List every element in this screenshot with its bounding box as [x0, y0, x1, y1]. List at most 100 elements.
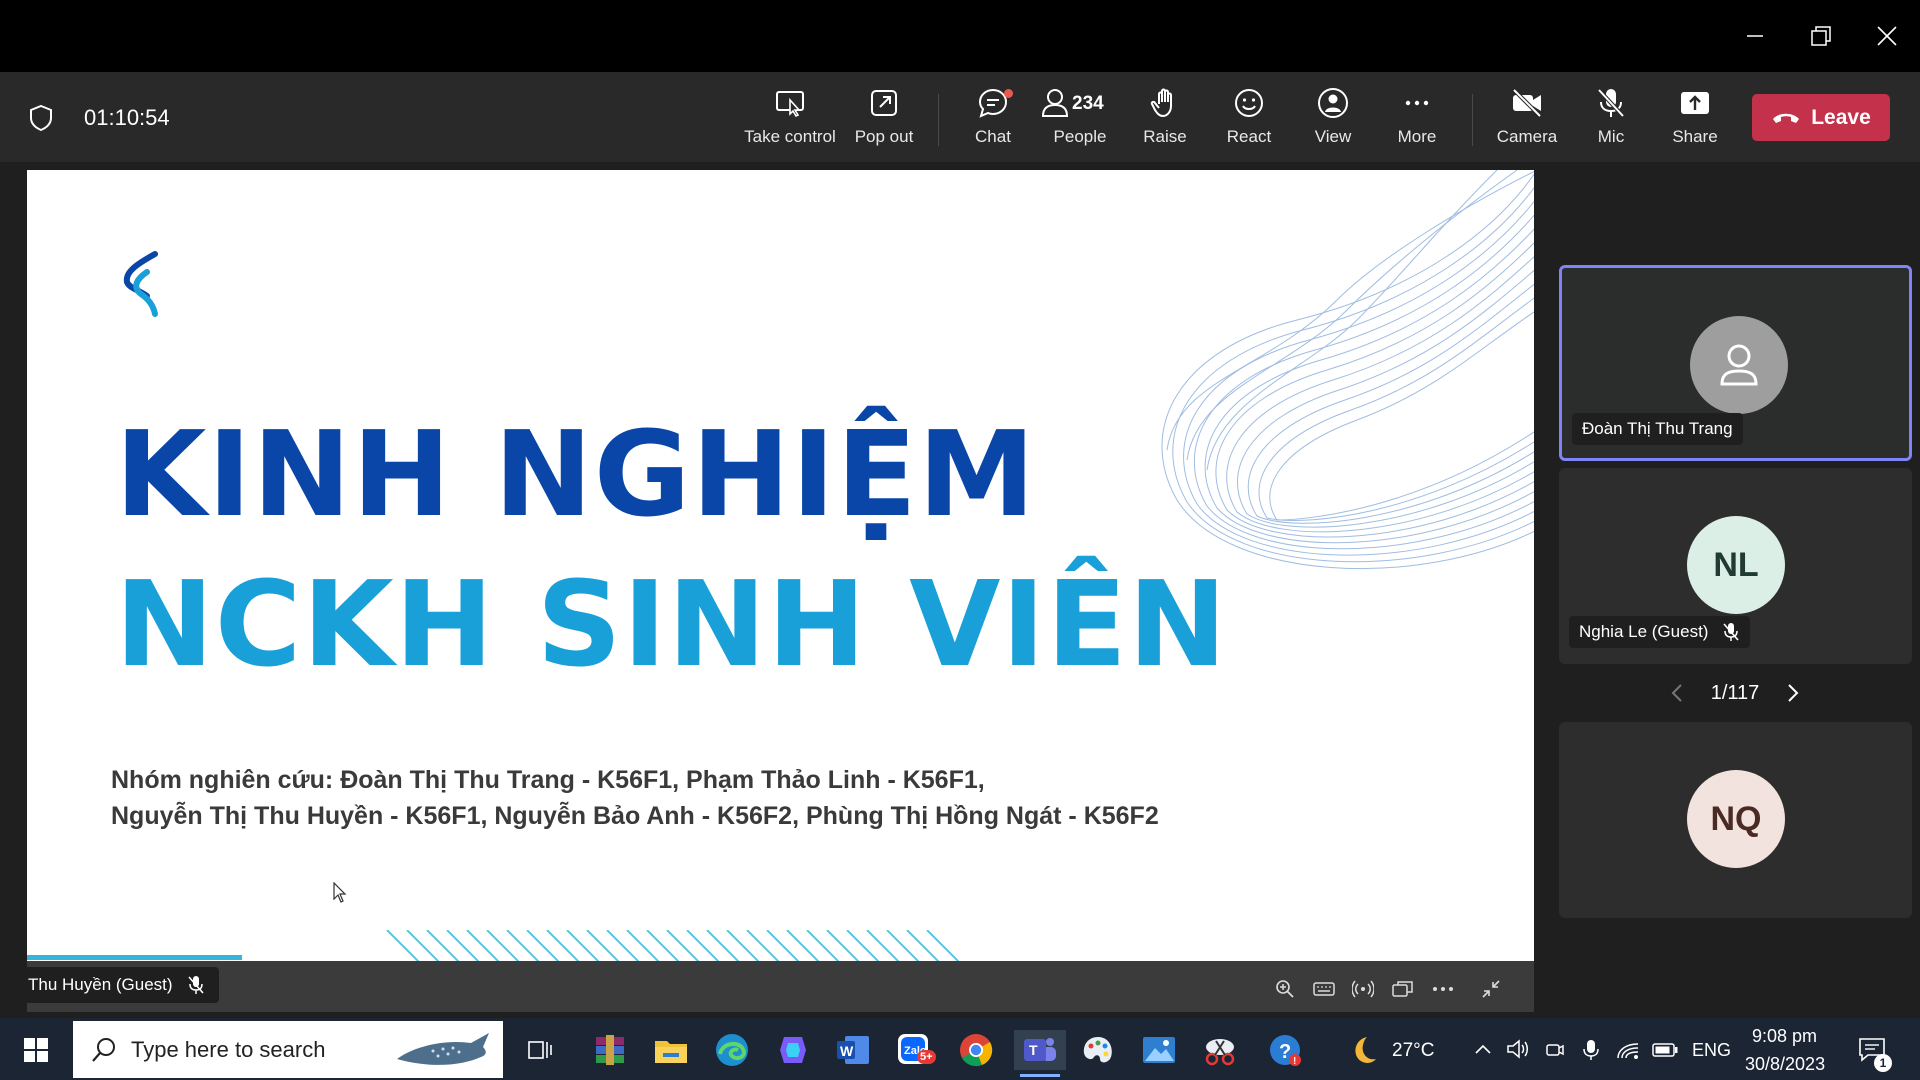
- restore-icon[interactable]: [1801, 16, 1841, 56]
- slide-logo: [123, 251, 158, 317]
- raise-label: Raise: [1143, 127, 1187, 146]
- edge-browser-icon[interactable]: [712, 1030, 752, 1070]
- chevron-up-icon[interactable]: [1474, 1042, 1492, 1056]
- weather-moon-icon[interactable]: [1342, 1030, 1382, 1070]
- minimize-icon[interactable]: [1735, 16, 1775, 56]
- avatar: NQ: [1687, 770, 1785, 868]
- people-icon: [1041, 89, 1069, 117]
- word-icon[interactable]: W: [833, 1030, 873, 1070]
- meeting-timer: 01:10:54: [84, 105, 170, 130]
- chat-label: Chat: [975, 127, 1011, 146]
- chrome-icon[interactable]: [956, 1030, 996, 1070]
- mouse-cursor-icon: [333, 882, 347, 903]
- winrar-icon[interactable]: [590, 1030, 630, 1070]
- raise-hand-icon: [1150, 88, 1172, 117]
- weather-temperature[interactable]: 27°C: [1392, 1040, 1434, 1062]
- meet-now-icon[interactable]: [1544, 1039, 1566, 1061]
- search-icon: [92, 1038, 115, 1062]
- slide-title-line1: KINH NGHIỆM: [115, 405, 1037, 543]
- paint-icon[interactable]: [1078, 1030, 1118, 1070]
- more-button[interactable]: More: [1362, 86, 1472, 152]
- avatar-initials: NQ: [1710, 799, 1762, 838]
- clock-date[interactable]: 30/8/2023: [1745, 1054, 1825, 1075]
- close-icon[interactable]: [1867, 16, 1907, 56]
- camera-off-icon: [1512, 88, 1542, 118]
- view-icon: [1318, 88, 1348, 118]
- broadcast-icon[interactable]: [1350, 978, 1376, 1000]
- people-label: People: [1053, 127, 1107, 146]
- person-icon: [1720, 344, 1758, 386]
- more-icon: [1405, 100, 1429, 106]
- slide-title-line2: NCKH SINH VIÊN: [115, 555, 1228, 693]
- slide-subtitle: Nhóm nghiên cứu: Đoàn Thị Thu Trang - K5…: [111, 762, 1159, 834]
- whale-shark-search-art: [397, 1033, 489, 1065]
- zalo-badge: 5+: [917, 1050, 936, 1064]
- zalo-icon[interactable]: Zalo 5+: [895, 1030, 936, 1070]
- pop-out-button[interactable]: Pop out: [829, 86, 939, 152]
- presenter-name-chip: Thu Huyền (Guest): [22, 967, 219, 1003]
- stripe-decoration: [386, 930, 960, 961]
- pop-out-icon: [871, 90, 897, 116]
- window-title-bar: [0, 0, 1920, 72]
- mic-off-icon: [1597, 88, 1625, 118]
- take-control-icon: [776, 91, 804, 118]
- keyboard-icon[interactable]: [1311, 978, 1337, 1000]
- mic-muted-icon: [187, 976, 204, 994]
- avatar: [1690, 316, 1788, 414]
- shared-slide: KINH NGHIỆM NCKH SINH VIÊN Nhóm nghiên c…: [27, 170, 1534, 961]
- avatar-initials: NL: [1713, 545, 1759, 584]
- share-screen-icon: [1681, 92, 1709, 114]
- slide-subtitle-line1: Nhóm nghiên cứu: Đoàn Thị Thu Trang - K5…: [111, 766, 985, 794]
- pop-out-window-icon[interactable]: [1390, 978, 1416, 1000]
- zoom-in-icon[interactable]: [1272, 978, 1298, 1000]
- share-label: Share: [1672, 127, 1718, 146]
- svg-text:!: !: [1293, 1056, 1296, 1067]
- exit-fullscreen-icon[interactable]: [1478, 978, 1504, 1000]
- react-label: React: [1226, 127, 1272, 146]
- participant-name: Nghia Le (Guest): [1579, 622, 1709, 641]
- clock-time[interactable]: 9:08 pm: [1752, 1026, 1817, 1047]
- chevron-left-icon[interactable]: [1670, 683, 1684, 703]
- more-options-icon[interactable]: [1430, 978, 1456, 1000]
- participant-name-chip: Đoàn Thị Thu Trang: [1572, 413, 1743, 445]
- help-icon[interactable]: ?!: [1265, 1030, 1305, 1070]
- battery-icon[interactable]: [1652, 1042, 1678, 1058]
- view-label: View: [1314, 127, 1352, 146]
- share-controls-bar: [27, 961, 1534, 1012]
- photos-icon[interactable]: [1139, 1030, 1179, 1070]
- copilot-icon[interactable]: [773, 1030, 813, 1070]
- file-explorer-icon[interactable]: [651, 1030, 691, 1070]
- presenter-name: Thu Huyền (Guest): [28, 975, 173, 994]
- leave-button[interactable]: Leave: [1752, 94, 1890, 141]
- participant-tile[interactable]: NL Nghia Le (Guest): [1559, 468, 1912, 664]
- phone-hangup-icon: [1773, 113, 1800, 123]
- participant-tile[interactable]: NQ: [1559, 722, 1912, 918]
- wifi-icon[interactable]: [1616, 1040, 1640, 1060]
- input-language[interactable]: ENG: [1692, 1040, 1731, 1061]
- mic-muted-icon: [1723, 623, 1740, 641]
- leave-label: Leave: [1811, 105, 1871, 129]
- task-view-icon[interactable]: [520, 1030, 560, 1070]
- smiley-icon: [1235, 89, 1263, 117]
- teams-icon[interactable]: T: [1014, 1030, 1066, 1077]
- participant-name-chip: Nghia Le (Guest): [1569, 616, 1751, 648]
- participant-name: Đoàn Thị Thu Trang: [1582, 419, 1733, 438]
- svg-text:W: W: [840, 1043, 854, 1059]
- share-button[interactable]: Share: [1640, 86, 1750, 152]
- participant-tile[interactable]: Đoàn Thị Thu Trang: [1559, 265, 1912, 461]
- taskbar-search-box[interactable]: Type here to search: [73, 1021, 503, 1078]
- microphone-icon[interactable]: [1582, 1038, 1600, 1062]
- pop-out-label: Pop out: [854, 127, 914, 146]
- speaker-icon[interactable]: [1506, 1039, 1530, 1059]
- take-control-label: Take control: [744, 127, 836, 146]
- mic-label: Mic: [1597, 127, 1625, 146]
- windows-start-icon[interactable]: [16, 1030, 56, 1070]
- chevron-right-icon[interactable]: [1786, 683, 1800, 703]
- chat-notification-dot: [1004, 89, 1013, 98]
- people-icon-wrap: 234: [1040, 86, 1120, 120]
- active-app-underline: [1020, 1074, 1060, 1077]
- slide-load-progress: [27, 955, 242, 960]
- shield-icon[interactable]: [28, 104, 54, 137]
- people-count: 234: [1072, 93, 1104, 114]
- snipping-tool-icon[interactable]: [1200, 1030, 1240, 1070]
